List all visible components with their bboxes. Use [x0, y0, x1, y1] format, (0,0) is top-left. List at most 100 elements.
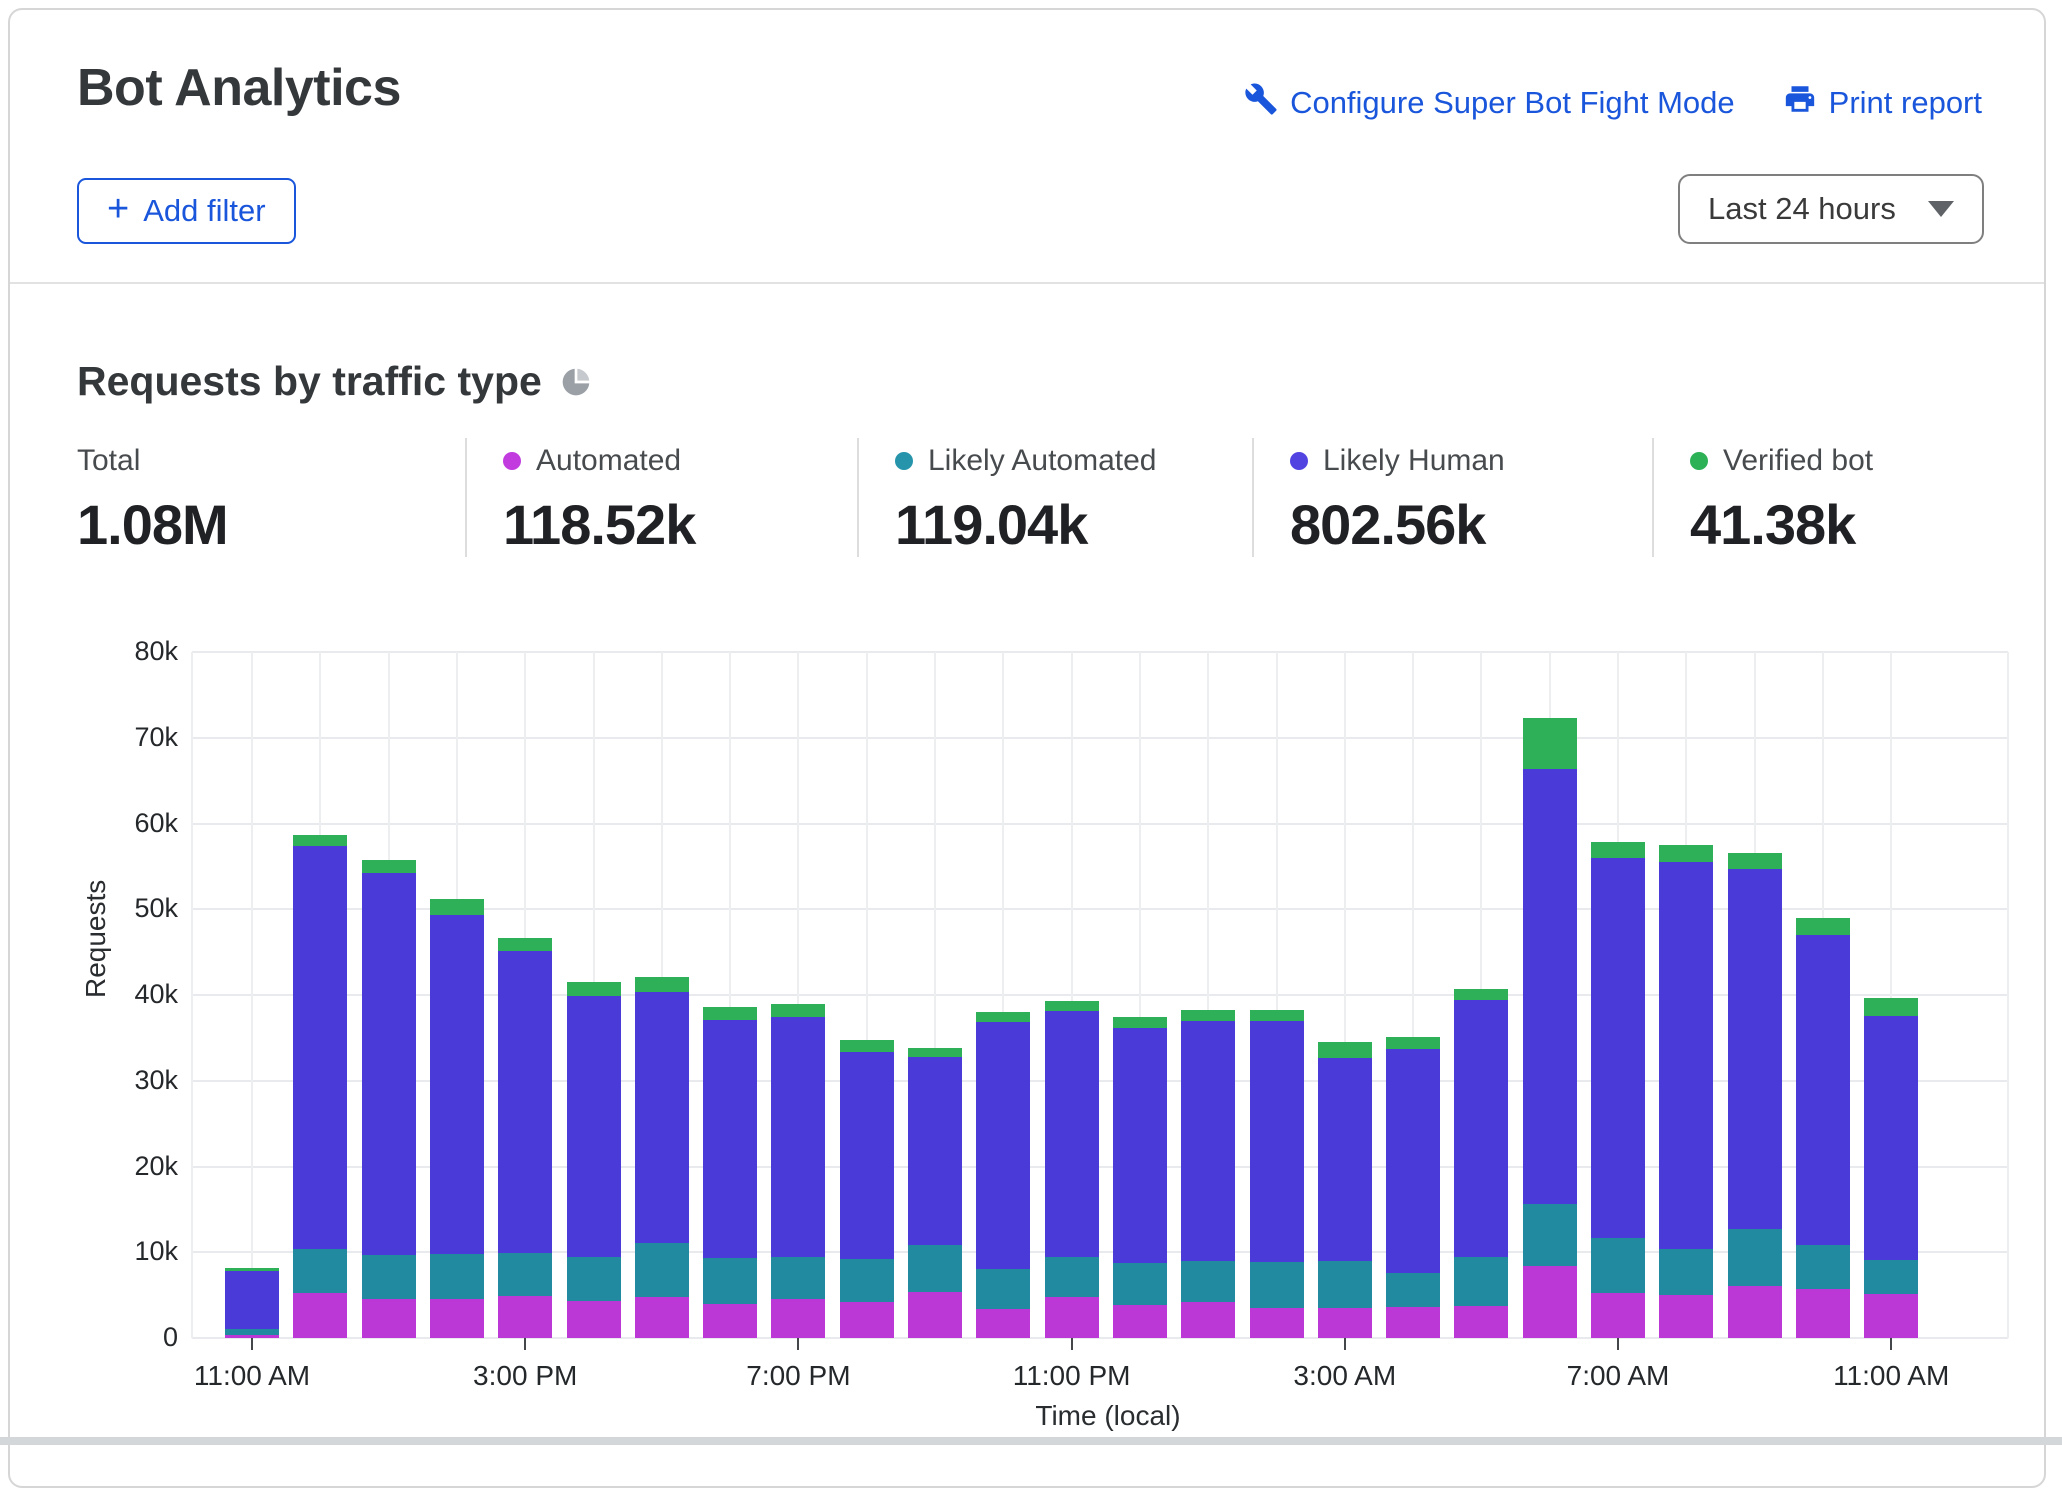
bar-segment — [1728, 869, 1782, 1229]
x-tick — [1890, 1338, 1892, 1350]
bar-600am[interactable] — [1523, 718, 1577, 1338]
bar-segment — [1045, 1001, 1099, 1011]
bar-segment — [1250, 1262, 1304, 1308]
bar-segment — [976, 1022, 1030, 1269]
bar-segment — [1045, 1257, 1099, 1297]
bar-segment — [1523, 769, 1577, 1204]
bar-segment — [1659, 845, 1713, 862]
bar-segment — [908, 1057, 962, 1246]
bar-segment — [1864, 1260, 1918, 1294]
print-link-label: Print report — [1829, 85, 1982, 121]
printer-icon — [1783, 82, 1817, 124]
stat-verified-bot[interactable]: Verified bot 41.38k — [1652, 438, 2012, 557]
chevron-down-icon — [1928, 201, 1954, 217]
section-title: Requests by traffic type — [77, 358, 542, 405]
bar-segment — [703, 1007, 757, 1020]
bar-segment — [293, 846, 347, 1249]
x-tick — [1344, 1338, 1346, 1350]
bar-segment — [225, 1271, 279, 1329]
bar-segment — [498, 1253, 552, 1296]
bar-1200am[interactable] — [1113, 1017, 1167, 1338]
bar-segment — [567, 982, 621, 996]
bar-segment — [703, 1020, 757, 1258]
bar-segment — [498, 951, 552, 1253]
y-tick-label: 10k — [98, 1236, 178, 1267]
time-range-select[interactable]: Last 24 hours — [1678, 174, 1984, 244]
y-tick-label: 50k — [98, 893, 178, 924]
stats-row: Total 1.08M Automated 118.52k Likely Aut… — [77, 438, 2012, 557]
stat-likely-automated[interactable]: Likely Automated 119.04k — [857, 438, 1252, 557]
y-gridline — [192, 651, 2008, 653]
x-tick — [251, 1338, 253, 1350]
pie-chart-icon[interactable] — [560, 366, 592, 398]
bar-200pm[interactable] — [430, 899, 484, 1338]
automated-legend-dot — [503, 452, 521, 470]
bar-500pm[interactable] — [635, 977, 689, 1338]
bar-400pm[interactable] — [567, 982, 621, 1338]
bar-segment — [908, 1048, 962, 1057]
bar-1100pm[interactable] — [1045, 1001, 1099, 1338]
bar-segment — [1250, 1021, 1304, 1262]
bar-400am[interactable] — [1386, 1037, 1440, 1338]
bar-1100am[interactable] — [1864, 998, 1918, 1338]
x-tick-label: 11:00 PM — [972, 1360, 1172, 1392]
stat-value: 119.04k — [895, 492, 1252, 557]
bar-1000pm[interactable] — [976, 1012, 1030, 1338]
bar-segment — [1523, 1266, 1577, 1338]
bar-800am[interactable] — [1659, 845, 1713, 1338]
bar-700pm[interactable] — [771, 1004, 825, 1338]
x-tick-label: 7:00 PM — [698, 1360, 898, 1392]
stat-automated[interactable]: Automated 118.52k — [465, 438, 857, 557]
bar-segment — [362, 873, 416, 1255]
bar-500am[interactable] — [1454, 989, 1508, 1338]
bar-600pm[interactable] — [703, 1007, 757, 1338]
stat-label: Verified bot — [1723, 444, 1873, 478]
bar-segment — [225, 1329, 279, 1334]
bar-segment — [567, 1257, 621, 1301]
bar-segment — [430, 1299, 484, 1338]
bar-100pm[interactable] — [362, 860, 416, 1338]
bar-segment — [225, 1268, 279, 1271]
bar-100am[interactable] — [1181, 1010, 1235, 1338]
bar-segment — [703, 1304, 757, 1338]
bar-300pm[interactable] — [498, 938, 552, 1338]
plus-icon: + — [107, 190, 129, 228]
bar-900am[interactable] — [1728, 853, 1782, 1338]
bottom-page-divider — [0, 1437, 2062, 1445]
configure-super-bot-fight-mode-link[interactable]: Configure Super Bot Fight Mode — [1244, 82, 1735, 124]
bar-300am[interactable] — [1318, 1042, 1372, 1338]
y-gridline — [192, 823, 2008, 825]
stat-likely-human[interactable]: Likely Human 802.56k — [1252, 438, 1652, 557]
x-gridline — [191, 652, 193, 1338]
bar-segment — [1318, 1261, 1372, 1308]
bar-segment — [1181, 1302, 1235, 1338]
print-report-link[interactable]: Print report — [1783, 82, 1982, 124]
bar-segment — [1454, 989, 1508, 1000]
bar-segment — [567, 996, 621, 1258]
bar-segment — [1454, 1306, 1508, 1338]
y-tick-label: 40k — [98, 979, 178, 1010]
x-tick — [1071, 1338, 1073, 1350]
bar-segment — [1523, 718, 1577, 769]
bar-1000am[interactable] — [1796, 918, 1850, 1338]
bar-segment — [840, 1052, 894, 1260]
bar-segment — [293, 835, 347, 846]
add-filter-button[interactable]: + Add filter — [77, 178, 296, 244]
bar-segment — [1796, 918, 1850, 935]
bar-segment — [1796, 1289, 1850, 1338]
bar-segment — [1864, 1294, 1918, 1338]
bar-1200pm[interactable] — [293, 835, 347, 1338]
stat-label: Likely Automated — [928, 444, 1156, 478]
bar-1100am[interactable] — [225, 1268, 279, 1338]
bar-800pm[interactable] — [840, 1040, 894, 1338]
bar-segment — [771, 1299, 825, 1338]
bar-200am[interactable] — [1250, 1010, 1304, 1338]
bar-700am[interactable] — [1591, 842, 1645, 1338]
bar-segment — [1181, 1261, 1235, 1302]
bar-segment — [1113, 1263, 1167, 1304]
chart-plot — [192, 652, 2008, 1338]
bar-segment — [362, 1255, 416, 1300]
bar-900pm[interactable] — [908, 1048, 962, 1338]
bar-segment — [1045, 1297, 1099, 1338]
header-links: Configure Super Bot Fight Mode Print rep… — [1244, 82, 1982, 124]
